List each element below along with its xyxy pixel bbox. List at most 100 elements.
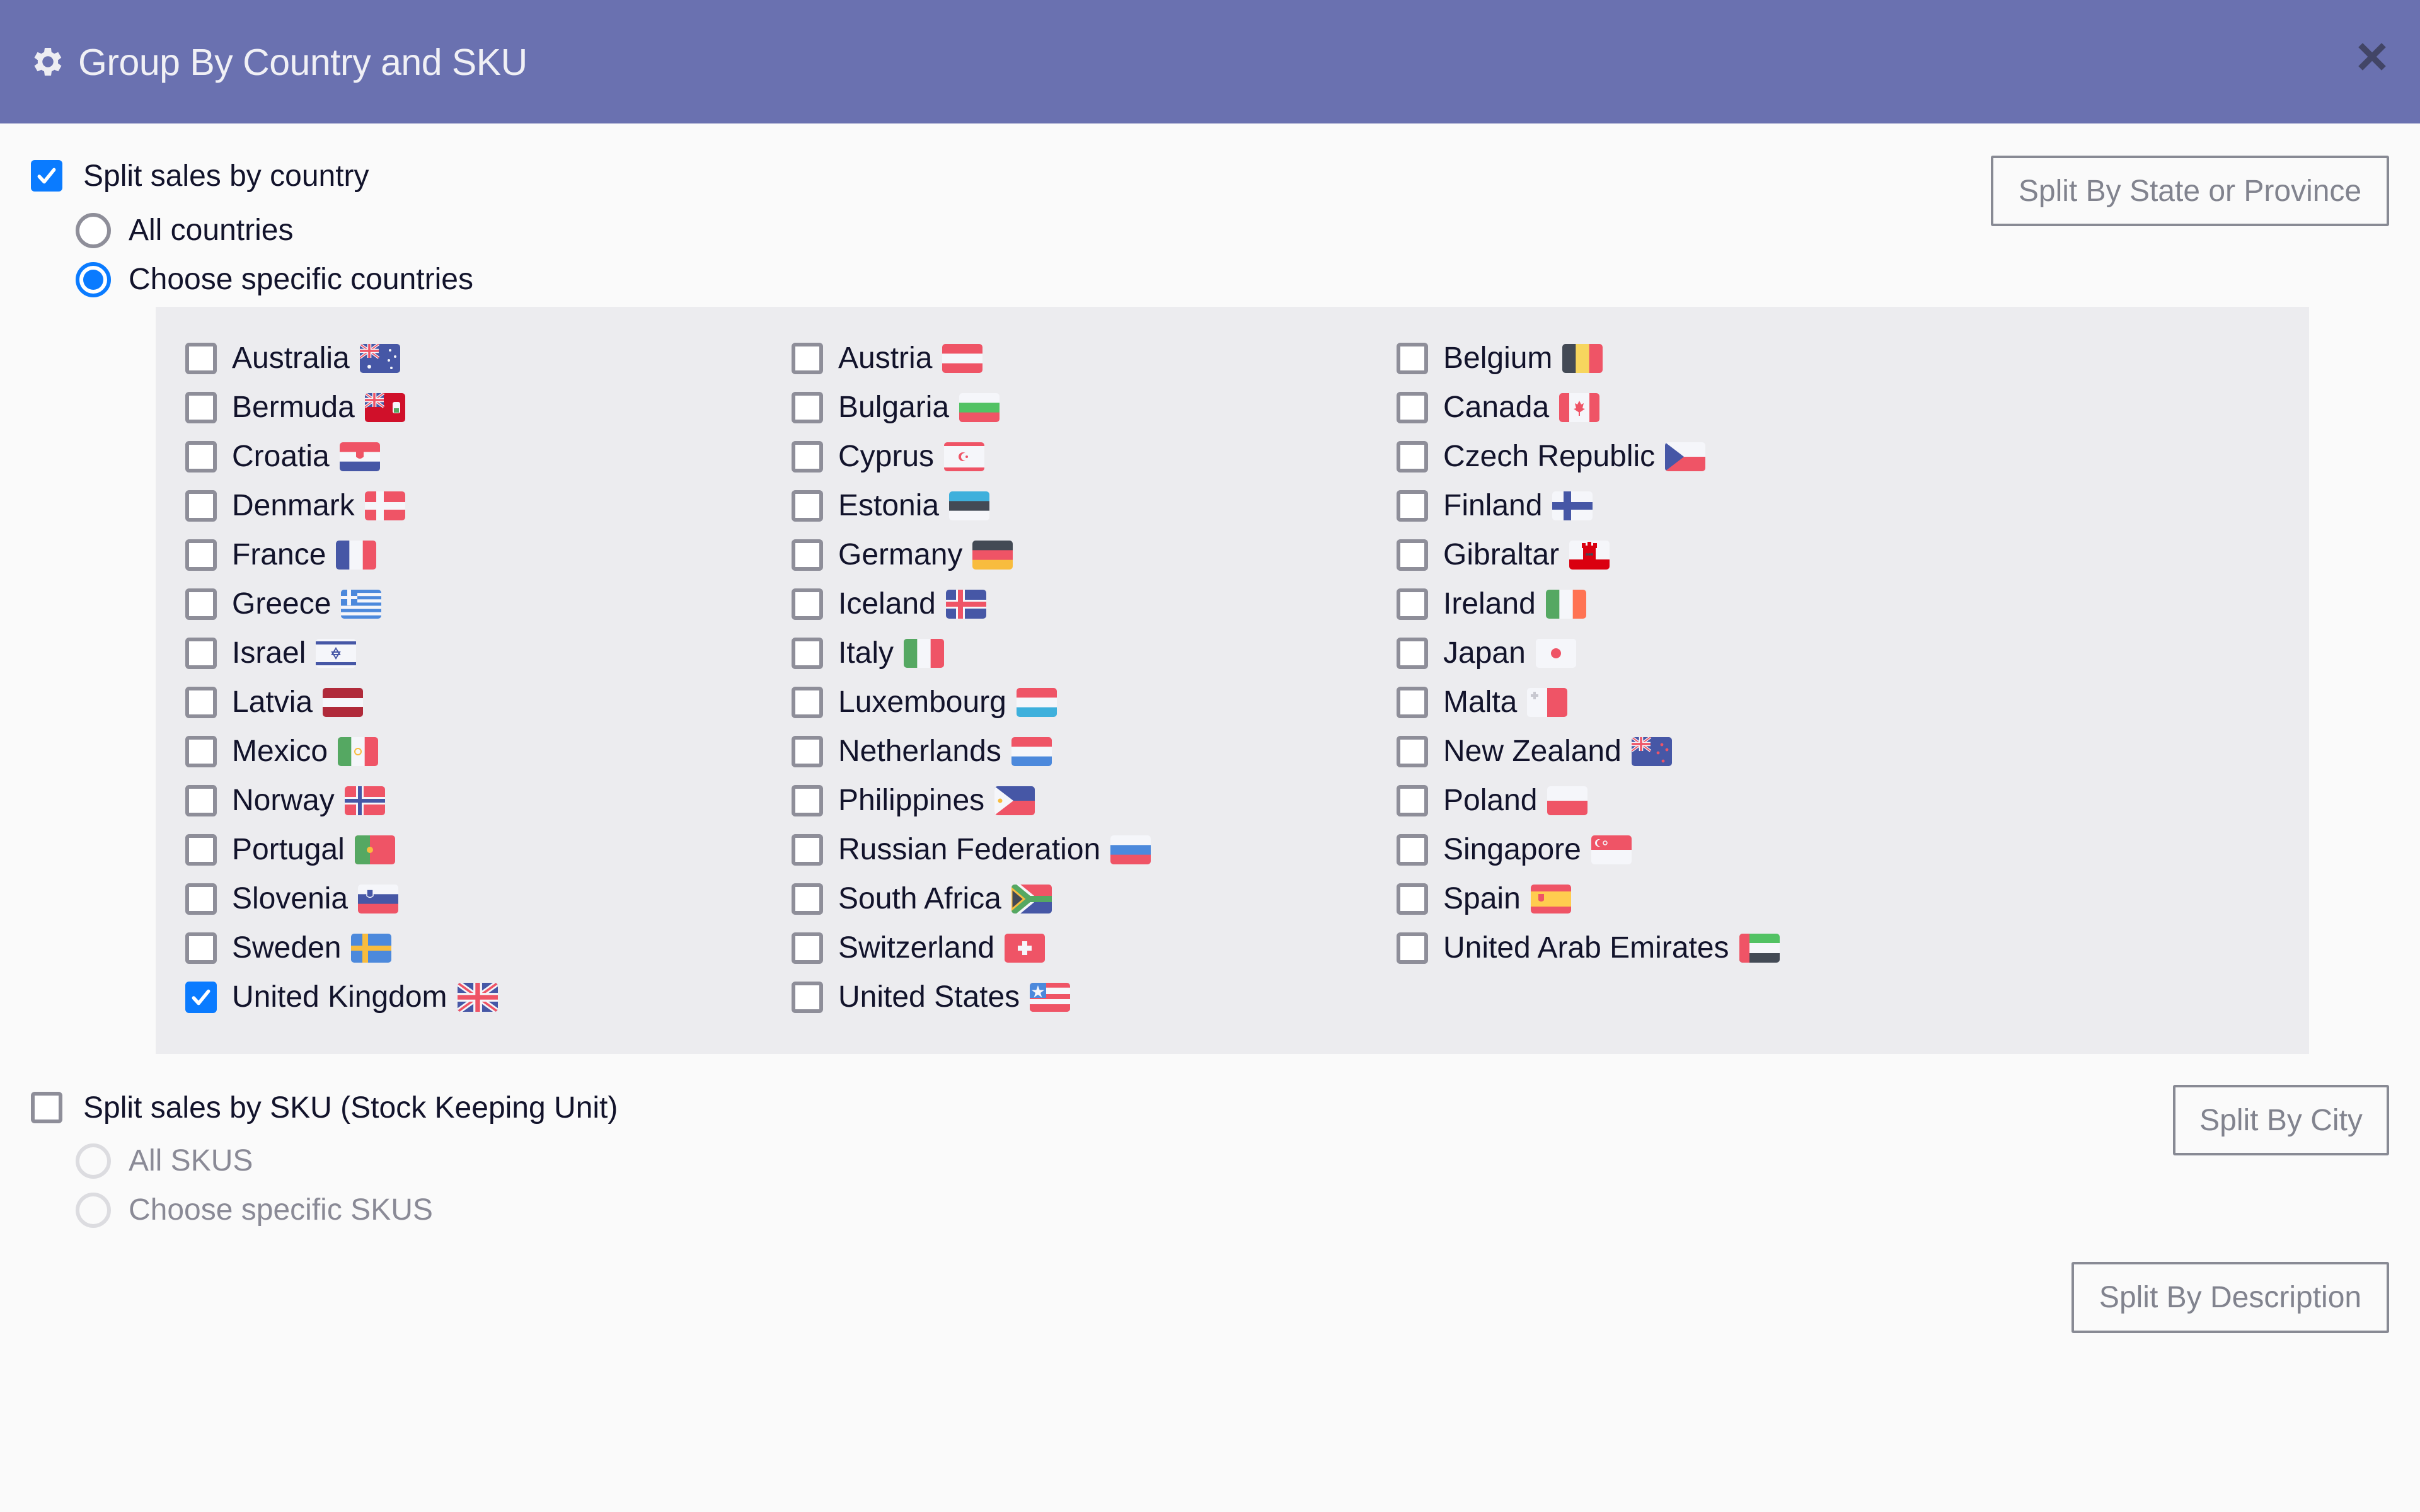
country-item-nl[interactable]: Netherlands <box>792 733 1052 770</box>
country-item-au[interactable]: Australia <box>185 340 400 377</box>
country-checkbox[interactable] <box>1397 834 1428 866</box>
country-item-is[interactable]: Iceland <box>792 585 986 623</box>
country-checkbox[interactable] <box>185 687 217 718</box>
country-item-mx[interactable]: Mexico <box>185 733 379 770</box>
country-item-sg[interactable]: Singapore <box>1397 831 1632 869</box>
country-item-jp[interactable]: Japan <box>1397 634 1576 672</box>
country-item-bm[interactable]: Bermuda <box>185 389 405 427</box>
country-item-ee[interactable]: Estonia <box>792 487 990 525</box>
country-checkbox[interactable] <box>792 392 823 423</box>
country-checkbox[interactable] <box>185 343 217 374</box>
country-checkbox[interactable] <box>1397 588 1428 620</box>
country-item-lv[interactable]: Latvia <box>185 684 364 721</box>
country-item-nz[interactable]: New Zealand <box>1397 733 1672 770</box>
flag-gb-icon <box>457 983 498 1012</box>
country-item-il[interactable]: Israel <box>185 634 357 672</box>
country-checkbox[interactable] <box>1397 932 1428 964</box>
country-checkbox[interactable] <box>185 441 217 472</box>
country-item-be[interactable]: Belgium <box>1397 340 1603 377</box>
country-item-ph[interactable]: Philippines <box>792 782 1035 820</box>
country-name: Slovenia <box>232 882 349 915</box>
country-item-ch[interactable]: Switzerland <box>792 929 1046 967</box>
country-checkbox[interactable] <box>792 441 823 472</box>
country-checkbox[interactable] <box>1397 638 1428 669</box>
country-checkbox[interactable] <box>792 588 823 620</box>
country-item-fi[interactable]: Finland <box>1397 487 1593 525</box>
country-checkbox[interactable] <box>792 539 823 571</box>
flag-es-icon <box>1530 885 1571 914</box>
country-item-za[interactable]: South Africa <box>792 880 1052 918</box>
country-checkbox[interactable] <box>1397 785 1428 816</box>
country-item-gi[interactable]: Gibraltar <box>1397 536 1610 574</box>
country-checkbox[interactable] <box>792 490 823 522</box>
country-item-at[interactable]: Austria <box>792 340 983 377</box>
country-checkbox[interactable] <box>1397 490 1428 522</box>
country-item-hr[interactable]: Croatia <box>185 438 380 476</box>
country-checkbox[interactable] <box>792 736 823 767</box>
country-checkbox[interactable] <box>1397 539 1428 571</box>
country-item-mt[interactable]: Malta <box>1397 684 1568 721</box>
country-checkbox[interactable] <box>185 588 217 620</box>
country-item-gb[interactable]: United Kingdom <box>185 978 498 1016</box>
country-checkbox[interactable] <box>1397 343 1428 374</box>
country-item-fr[interactable]: France <box>185 536 377 574</box>
country-item-dk[interactable]: Denmark <box>185 487 405 525</box>
country-checkbox[interactable] <box>185 490 217 522</box>
country-checkbox[interactable] <box>792 932 823 964</box>
country-checkbox[interactable] <box>185 883 217 915</box>
country-item-cy[interactable]: Cyprus <box>792 438 985 476</box>
country-checkbox[interactable] <box>1397 687 1428 718</box>
country-checkbox[interactable] <box>792 834 823 866</box>
country-item-lu[interactable]: Luxembourg <box>792 684 1057 721</box>
country-item-cz[interactable]: Czech Republic <box>1397 438 1706 476</box>
flag-fi-icon <box>1552 491 1593 520</box>
country-checkbox[interactable] <box>792 343 823 374</box>
choose-specific-skus-radio[interactable] <box>76 1193 111 1228</box>
country-item-ae[interactable]: United Arab Emirates <box>1397 929 1780 967</box>
country-item-bg[interactable]: Bulgaria <box>792 389 1000 427</box>
country-checkbox[interactable] <box>1397 736 1428 767</box>
country-item-si[interactable]: Slovenia <box>185 880 399 918</box>
choose-specific-countries-radio[interactable] <box>76 262 111 297</box>
country-name: Switzerland <box>838 931 995 965</box>
split-by-city-button[interactable]: Split By City <box>2173 1085 2389 1155</box>
split-by-description-button[interactable]: Split By Description <box>2071 1262 2389 1333</box>
split-by-state-button[interactable]: Split By State or Province <box>1991 156 2389 226</box>
country-item-it[interactable]: Italy <box>792 634 945 672</box>
country-checkbox[interactable] <box>185 736 217 767</box>
country-item-us[interactable]: United States <box>792 978 1071 1016</box>
country-checkbox[interactable] <box>185 834 217 866</box>
country-checkbox[interactable] <box>1397 883 1428 915</box>
country-checkbox[interactable] <box>185 392 217 423</box>
all-skus-radio[interactable] <box>76 1143 111 1179</box>
country-checkbox[interactable] <box>185 638 217 669</box>
country-checkbox[interactable] <box>1397 441 1428 472</box>
country-item-ru[interactable]: Russian Federation <box>792 831 1151 869</box>
country-checkbox[interactable] <box>792 785 823 816</box>
country-item-se[interactable]: Sweden <box>185 929 392 967</box>
country-name: Germany <box>838 538 963 571</box>
close-icon[interactable] <box>2357 42 2387 72</box>
split-by-sku-checkbox[interactable] <box>31 1092 62 1123</box>
country-checkbox[interactable] <box>792 638 823 669</box>
country-item-pt[interactable]: Portugal <box>185 831 395 869</box>
country-item-pl[interactable]: Poland <box>1397 782 1588 820</box>
country-checkbox[interactable] <box>792 883 823 915</box>
country-checkbox[interactable] <box>185 785 217 816</box>
country-checkbox[interactable] <box>792 982 823 1013</box>
country-checkbox[interactable] <box>185 982 217 1013</box>
country-checkbox[interactable] <box>185 932 217 964</box>
country-item-de[interactable]: Germany <box>792 536 1013 574</box>
country-checkbox[interactable] <box>185 539 217 571</box>
country-item-no[interactable]: Norway <box>185 782 385 820</box>
country-name: Sweden <box>232 931 342 965</box>
split-by-country-checkbox[interactable] <box>31 160 62 192</box>
flag-sg-icon <box>1591 835 1632 864</box>
country-checkbox[interactable] <box>792 687 823 718</box>
country-item-ie[interactable]: Ireland <box>1397 585 1586 623</box>
all-countries-radio[interactable] <box>76 213 111 248</box>
country-item-es[interactable]: Spain <box>1397 880 1571 918</box>
country-checkbox[interactable] <box>1397 392 1428 423</box>
country-item-gr[interactable]: Greece <box>185 585 382 623</box>
country-item-ca[interactable]: Canada <box>1397 389 1600 427</box>
